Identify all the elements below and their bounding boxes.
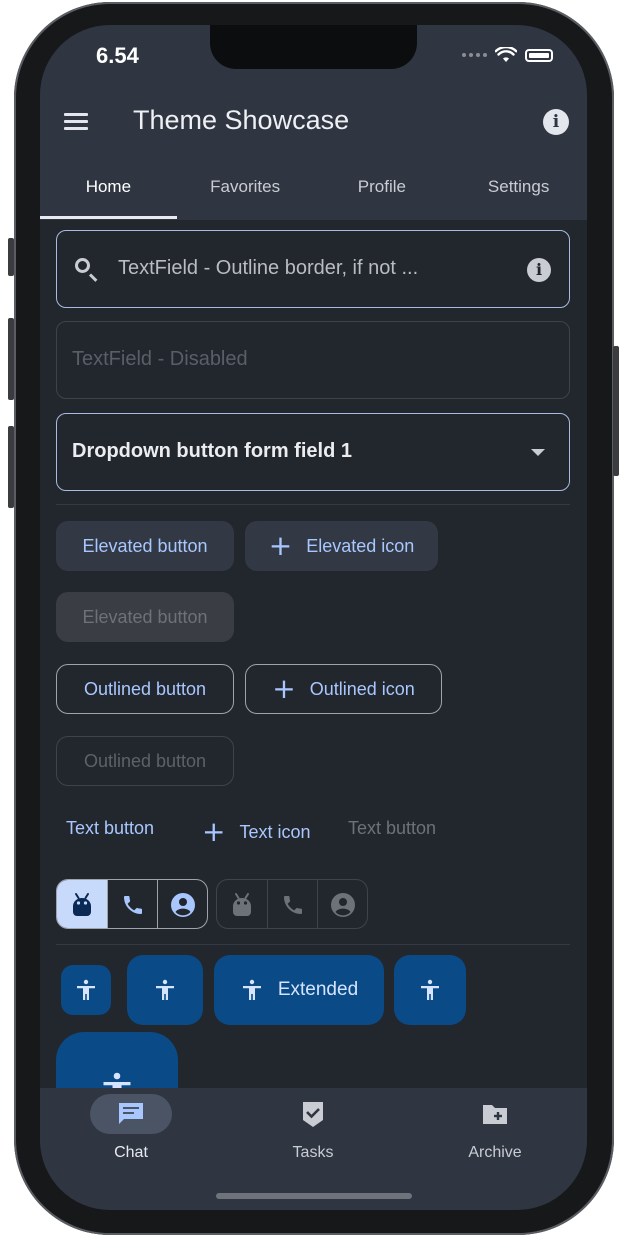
elevated-button-disabled: Elevated button: [56, 592, 234, 642]
status-time: 6.54: [96, 43, 139, 68]
menu-icon[interactable]: [64, 113, 88, 131]
accessibility-icon: [421, 979, 439, 1000]
toggle-android[interactable]: [57, 880, 107, 928]
account-circle-icon: [170, 893, 195, 917]
small-fab[interactable]: [61, 965, 111, 1015]
divider: [56, 944, 570, 945]
toggle-account[interactable]: [157, 880, 207, 928]
plus-icon: +: [272, 672, 296, 705]
nav-archive[interactable]: Archive: [430, 1094, 560, 1162]
tab-home[interactable]: Home: [40, 165, 177, 219]
tab-profile[interactable]: Profile: [314, 165, 451, 219]
android-icon: [233, 893, 251, 916]
text-button[interactable]: Text button: [66, 818, 154, 839]
outlined-disabled-label: Outlined button: [83, 750, 207, 771]
dropdown-arrow-icon: [531, 449, 545, 456]
nav-tasks[interactable]: Tasks: [248, 1094, 378, 1162]
outlined-icon-button[interactable]: + Outlined icon: [245, 664, 442, 714]
account-circle-icon: [330, 893, 355, 917]
accessibility-icon: [77, 979, 95, 1000]
toggle-phone[interactable]: [107, 880, 157, 928]
info-icon[interactable]: i: [527, 258, 551, 282]
elevated-icon-button[interactable]: + Elevated icon: [245, 521, 438, 571]
toggle-android-disabled: [217, 880, 267, 928]
tab-favorites[interactable]: Favorites: [177, 165, 314, 219]
disabled-text-field: TextField - Disabled: [56, 321, 570, 399]
elevated-button[interactable]: Elevated button: [56, 521, 234, 571]
tab-settings[interactable]: Settings: [450, 165, 587, 219]
power-button: [613, 346, 619, 476]
divider: [56, 504, 570, 505]
status-icons: [462, 47, 553, 63]
text-disabled-label: Text button: [348, 818, 437, 838]
task-check-icon: [303, 1102, 323, 1127]
toggle-buttons: [56, 879, 208, 929]
disabled-field-text: TextField - Disabled: [72, 348, 248, 370]
nav-archive-label: Archive: [468, 1144, 522, 1161]
tab-bar: Home Favorites Profile Settings: [40, 165, 587, 219]
accessibility-icon: [242, 979, 261, 1000]
fab[interactable]: [127, 955, 203, 1025]
home-indicator: [216, 1193, 412, 1199]
text-icon-label: Text icon: [239, 821, 311, 842]
bottom-navigation: Chat Tasks Archive: [40, 1088, 587, 1210]
outlined-button-label: Outlined button: [83, 678, 207, 699]
volume-up-button: [8, 318, 14, 400]
app-title: Theme Showcase: [133, 105, 350, 135]
folder-add-icon: [483, 1105, 507, 1124]
plus-icon: +: [268, 529, 293, 562]
phone-icon: [123, 896, 142, 914]
text-button-label: Text button: [66, 818, 155, 838]
nav-indicator: [272, 1094, 354, 1134]
chat-icon: [119, 1103, 143, 1124]
text-button-disabled: Text button: [348, 818, 436, 839]
volume-down-button: [8, 426, 14, 508]
extended-fab-label: Extended: [277, 979, 359, 1000]
toggle-account-disabled: [317, 880, 367, 928]
text-icon-button[interactable]: + Text icon: [202, 818, 311, 846]
phone-icon: [283, 896, 302, 914]
nav-indicator: [90, 1094, 172, 1134]
search-text-field[interactable]: TextField - Outline border, if not ... i: [56, 230, 570, 308]
dropdown-field[interactable]: Dropdown button form field 1: [56, 413, 570, 491]
wifi-icon: [495, 47, 517, 62]
search-field-text: TextField - Outline border, if not ...: [118, 257, 419, 279]
battery-icon: [525, 48, 553, 62]
nav-tasks-label: Tasks: [292, 1144, 334, 1161]
nav-chat-label: Chat: [114, 1144, 148, 1161]
info-icon[interactable]: i: [543, 109, 569, 135]
outlined-icon-label: Outlined icon: [309, 678, 415, 699]
elevated-disabled-label: Elevated button: [82, 606, 208, 627]
dropdown-value: Dropdown button form field 1: [72, 440, 352, 462]
android-icon: [73, 893, 91, 916]
toggle-phone-disabled: [267, 880, 317, 928]
accessibility-icon: [156, 979, 174, 1000]
screen: Theme Showcase i Home Favorites Profile …: [40, 25, 587, 1210]
extended-fab[interactable]: Extended: [214, 955, 384, 1025]
mute-switch: [8, 238, 14, 276]
nav-chat[interactable]: Chat: [66, 1094, 196, 1162]
plus-icon: +: [202, 815, 226, 848]
elevated-icon-label: Elevated icon: [306, 535, 415, 556]
cellular-icon: [462, 53, 487, 57]
outlined-button[interactable]: Outlined button: [56, 664, 234, 714]
fab-2[interactable]: [394, 955, 466, 1025]
outlined-button-disabled: Outlined button: [56, 736, 234, 786]
toggle-buttons-disabled: [216, 879, 368, 929]
search-icon: [75, 258, 90, 273]
nav-indicator: [454, 1094, 536, 1134]
elevated-button-label: Elevated button: [82, 535, 208, 556]
notch: [210, 25, 417, 69]
